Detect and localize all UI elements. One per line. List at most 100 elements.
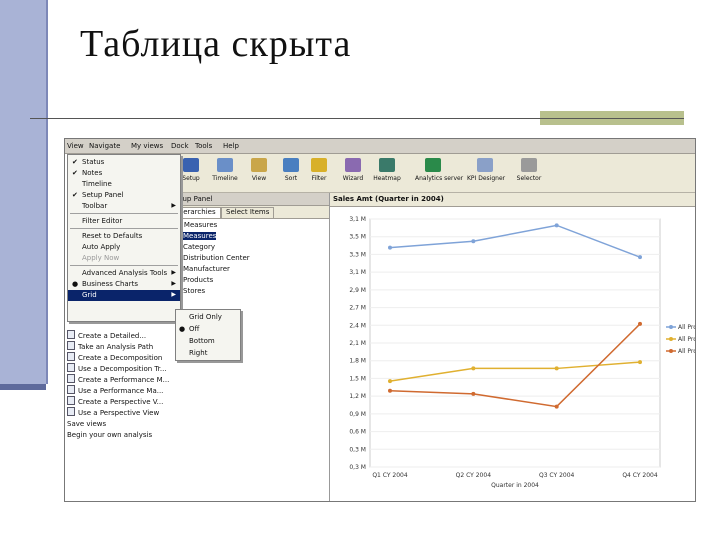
view-menu-item-business-charts[interactable]: ● Business Charts ▶ bbox=[68, 279, 180, 290]
y-tick-label: 3,1 M bbox=[349, 216, 366, 223]
menu-my-views[interactable]: My views bbox=[131, 142, 163, 150]
setup-panel-subheader: All Measures bbox=[173, 221, 218, 229]
document-icon bbox=[67, 330, 75, 339]
title-rule bbox=[30, 118, 684, 119]
menu-item-label: Grid bbox=[82, 291, 97, 299]
task-list-label: Create a Detailed... bbox=[78, 332, 147, 340]
toolbar-button-label: Selector bbox=[516, 175, 542, 182]
grid-submenu: Grid Only ● Off Bottom Right bbox=[175, 309, 241, 361]
document-icon bbox=[67, 407, 75, 416]
menu-navigate[interactable]: Navigate bbox=[89, 142, 120, 150]
menu-tools[interactable]: Tools bbox=[195, 142, 212, 150]
menu-item-label: Reset to Defaults bbox=[82, 232, 143, 240]
menu-check-icon: ● bbox=[72, 280, 79, 288]
y-tick-label: 1,8 M bbox=[349, 358, 366, 365]
data-point bbox=[554, 223, 559, 228]
sort-icon bbox=[283, 158, 299, 172]
toolbar-button-label: Filter bbox=[311, 175, 327, 182]
data-point bbox=[388, 379, 392, 384]
view-menu-item-apply-now[interactable]: Apply Now bbox=[68, 253, 180, 264]
filter-button[interactable]: Filter bbox=[301, 156, 337, 190]
tree-item-manufacturer[interactable]: Manufacturer bbox=[173, 265, 230, 276]
task-list-item[interactable]: Use a Performance Ma... bbox=[67, 385, 163, 396]
task-list-item[interactable]: Take an Analysis Path bbox=[67, 341, 153, 352]
view-button[interactable]: View bbox=[241, 156, 277, 190]
document-icon bbox=[67, 352, 75, 361]
view-menu-item-advanced-analysis-tools[interactable]: Advanced Analysis Tools ▶ bbox=[68, 268, 180, 279]
view-menu-item-toolbar[interactable]: Toolbar ▶ bbox=[68, 201, 180, 212]
task-list-item[interactable]: Create a Detailed... bbox=[67, 330, 146, 341]
selector-button[interactable]: Selector bbox=[511, 156, 547, 190]
grid-menu-item-off[interactable]: ● Off bbox=[176, 324, 240, 335]
y-tick-label: 2,4 M bbox=[349, 322, 366, 329]
task-list-item[interactable]: Create a Performance M... bbox=[67, 374, 169, 385]
menu-view[interactable]: View bbox=[67, 142, 84, 150]
legend-marker bbox=[669, 349, 673, 353]
task-list-label: Use a Decomposition Tr... bbox=[78, 365, 167, 373]
x-tick-label: Q1 CY 2004 bbox=[372, 472, 408, 479]
menu-check-icon: ✔ bbox=[72, 191, 78, 199]
task-list-item[interactable]: Use a Perspective View bbox=[67, 407, 159, 418]
menu-dock[interactable]: Dock bbox=[171, 142, 189, 150]
x-tick-label: Q2 CY 2004 bbox=[456, 472, 492, 479]
task-list-item[interactable]: Create a Decomposition bbox=[67, 352, 162, 363]
view-menu-item-reset-to-defaults[interactable]: Reset to Defaults bbox=[68, 231, 180, 242]
tree-item-label: Measures bbox=[183, 232, 217, 240]
setup-panel-title: Setup Panel bbox=[169, 193, 329, 206]
view-menu-item-setup-panel[interactable]: ✔ Setup Panel bbox=[68, 190, 180, 201]
submenu-arrow-icon: ▶ bbox=[171, 280, 176, 287]
task-list-link[interactable]: Save views bbox=[67, 420, 106, 431]
view-menu-item-grid[interactable]: Grid ▶ bbox=[68, 290, 180, 301]
chart-pane: Sales Amt (Quarter in 2004) 3,1 M 3,5 M 3,… bbox=[330, 193, 695, 501]
setup-panel-tabs: Hierarchies Select Items bbox=[169, 206, 329, 219]
y-tick-label: 3,3 M bbox=[349, 251, 366, 258]
view-menu-item-notes[interactable]: ✔ Notes bbox=[68, 168, 180, 179]
menu-bar: View Navigate My views Dock Tools Help bbox=[65, 139, 695, 154]
menu-item-label: Grid Only bbox=[189, 313, 222, 321]
grid-menu-item-right[interactable]: Right bbox=[176, 348, 240, 359]
data-point bbox=[554, 404, 559, 409]
menu-help[interactable]: Help bbox=[223, 142, 239, 150]
heatmap-button[interactable]: Heatmap bbox=[369, 156, 405, 190]
y-tick-label: 3,1 M bbox=[349, 269, 366, 276]
tab-select-items[interactable]: Select Items bbox=[221, 207, 275, 218]
task-list-item[interactable]: Create a Perspective V... bbox=[67, 396, 163, 407]
wizard-button[interactable]: Wizard bbox=[335, 156, 371, 190]
menu-item-label: Toolbar bbox=[82, 202, 108, 210]
slide-left-bar-base bbox=[0, 384, 46, 390]
submenu-arrow-icon: ▶ bbox=[171, 202, 176, 209]
tree-item-distribution-center[interactable]: Distribution Center bbox=[173, 254, 250, 265]
analytics-server-button[interactable]: Analytics server bbox=[415, 156, 463, 190]
menu-item-label: Filter Editor bbox=[82, 217, 123, 225]
slide-title: Таблица скрыта bbox=[80, 23, 352, 65]
menu-item-label: Bottom bbox=[189, 337, 215, 345]
y-tick-label: 2,9 M bbox=[349, 287, 366, 294]
view-menu-item-auto-apply[interactable]: Auto Apply bbox=[68, 242, 180, 253]
legend-label: All Pro... bbox=[678, 324, 695, 331]
kpi-designer-icon bbox=[477, 158, 493, 172]
wizard-icon bbox=[345, 158, 361, 172]
kpi-designer-button[interactable]: KPI Designer bbox=[467, 156, 505, 190]
document-icon bbox=[67, 341, 75, 350]
task-list-link[interactable]: Begin your own analysis bbox=[67, 431, 152, 442]
menu-separator bbox=[70, 213, 178, 214]
view-icon bbox=[251, 158, 267, 172]
task-list-label: Create a Decomposition bbox=[78, 354, 163, 362]
x-axis-label: Quarter in 2004 bbox=[491, 482, 539, 489]
grid-menu-item-grid-only[interactable]: Grid Only bbox=[176, 312, 240, 323]
task-list-item[interactable]: Use a Decomposition Tr... bbox=[67, 363, 167, 374]
timeline-button[interactable]: Timeline bbox=[207, 156, 243, 190]
view-menu-item-filter-editor[interactable]: Filter Editor bbox=[68, 216, 180, 227]
menu-item-label: Business Charts bbox=[82, 280, 138, 288]
view-menu-item-status[interactable]: ✔ Status bbox=[68, 157, 180, 168]
y-tick-label: 1,2 M bbox=[349, 393, 366, 400]
menu-item-label: Timeline bbox=[82, 180, 112, 188]
y-tick-label: 0,9 M bbox=[349, 411, 366, 418]
menu-item-label: Advanced Analysis Tools bbox=[82, 269, 168, 277]
tree-item-label: Manufacturer bbox=[183, 265, 230, 273]
menu-item-label: Notes bbox=[82, 169, 103, 177]
menu-separator bbox=[70, 228, 178, 229]
menu-separator bbox=[70, 265, 178, 266]
view-menu-item-timeline[interactable]: Timeline bbox=[68, 179, 180, 190]
grid-menu-item-bottom[interactable]: Bottom bbox=[176, 336, 240, 347]
